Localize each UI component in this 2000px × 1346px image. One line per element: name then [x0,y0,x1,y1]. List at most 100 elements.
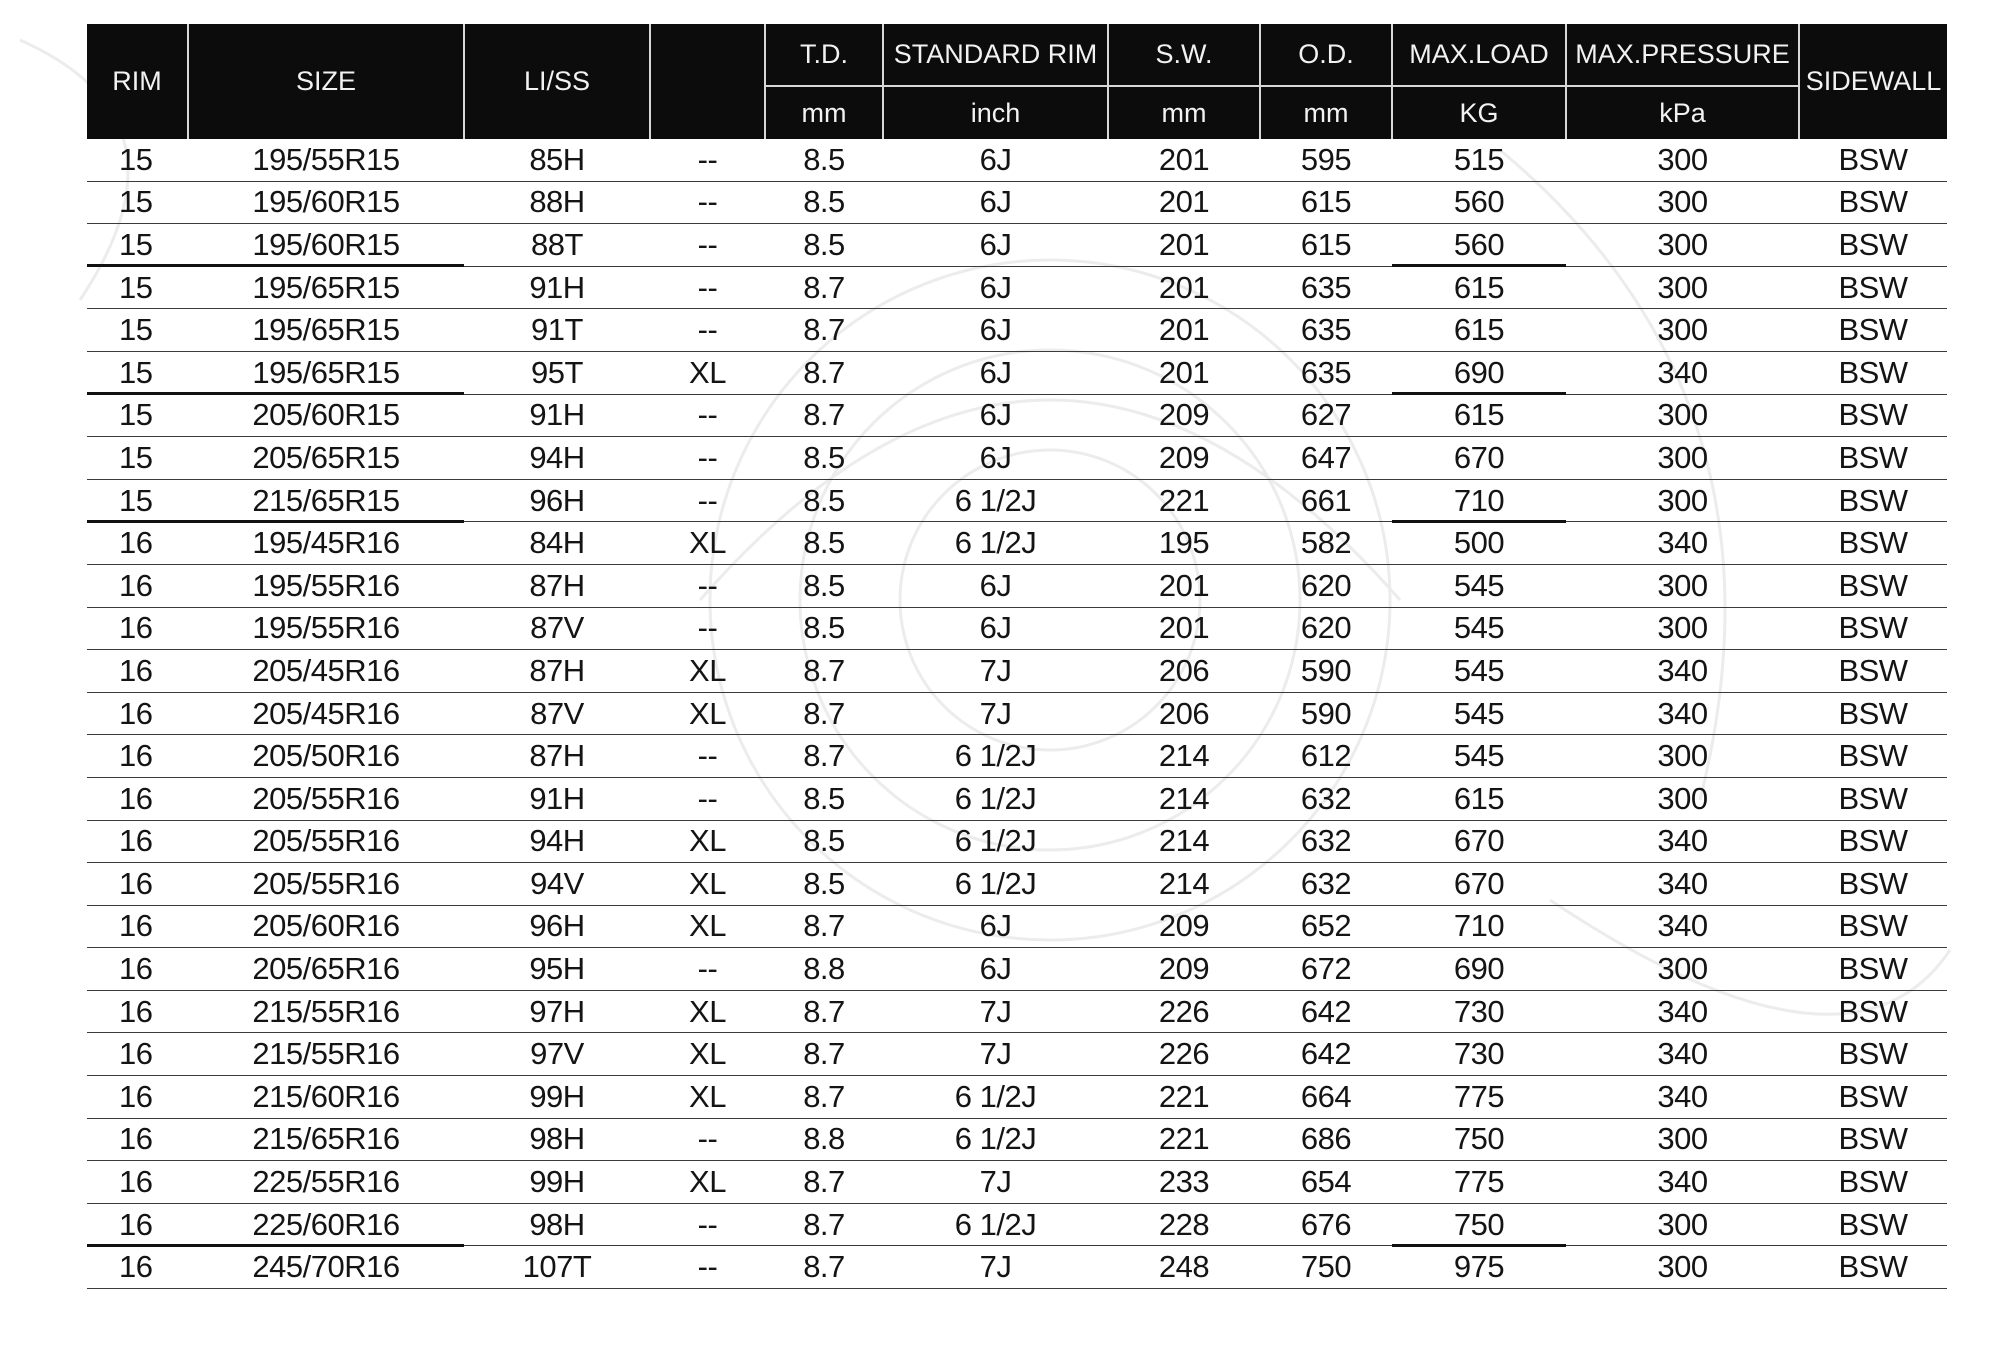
header-sidewall: SIDEWALL [1798,24,1947,139]
cell-max-load: 615 [1392,394,1566,438]
cell-size: 195/60R15 [188,181,464,225]
cell-sw: 201 [1108,223,1260,267]
cell-max-pressure: 300 [1566,223,1799,267]
cell-li-ss: 98H [464,1118,650,1162]
cell-standard-rim: 6J [883,139,1108,182]
table-row: 16 225/60R16 98H -- 8.7 6 1/2J 228 676 750 300 BSW [87,1203,1947,1247]
header-od-unit: mm [1259,86,1392,139]
cell-size: 205/60R16 [188,905,464,949]
cell-xl: XL [650,862,765,906]
cell-max-pressure: 300 [1566,394,1799,438]
cell-max-load: 560 [1392,223,1566,267]
cell-standard-rim: 7J [883,692,1108,736]
cell-sidewall: BSW [1799,479,1947,523]
cell-td: 8.7 [765,1245,883,1290]
table-row: 15 205/65R15 94H -- 8.5 6J 209 647 670 300 BSW [87,436,1947,480]
cell-td: 8.7 [765,1203,883,1247]
cell-li-ss: 87V [464,692,650,736]
cell-xl: XL [650,1075,765,1119]
cell-rim: 15 [87,266,188,310]
cell-rim: 16 [87,777,188,821]
cell-od: 672 [1260,947,1392,991]
cell-size: 195/45R16 [188,521,464,565]
cell-max-load: 750 [1392,1203,1566,1247]
cell-li-ss: 95T [464,351,650,395]
cell-li-ss: 97H [464,990,650,1034]
cell-sidewall: BSW [1799,947,1947,991]
cell-standard-rim: 7J [883,1160,1108,1204]
header-rim: RIM [87,24,188,139]
header-size: SIZE [187,24,464,139]
cell-rim: 16 [87,734,188,778]
cell-max-load: 730 [1392,990,1566,1034]
cell-td: 8.7 [765,692,883,736]
cell-standard-rim: 6 1/2J [883,862,1108,906]
cell-max-load: 710 [1392,905,1566,949]
cell-td: 8.7 [765,990,883,1034]
group-separator-line [1392,1243,1566,1247]
cell-td: 8.5 [765,181,883,225]
cell-size: 215/60R16 [188,1075,464,1119]
cell-standard-rim: 6 1/2J [883,820,1108,864]
cell-od: 661 [1260,479,1392,523]
cell-max-pressure: 340 [1566,862,1799,906]
cell-sidewall: BSW [1799,1118,1947,1162]
cell-od: 652 [1260,905,1392,949]
cell-max-pressure: 300 [1566,947,1799,991]
cell-rim: 16 [87,649,188,693]
cell-rim: 16 [87,1203,188,1247]
cell-max-pressure: 340 [1566,649,1799,693]
cell-max-load: 690 [1392,947,1566,991]
cell-max-pressure: 340 [1566,820,1799,864]
cell-sidewall: BSW [1799,862,1947,906]
cell-rim: 16 [87,947,188,991]
header-sw-unit: mm [1107,86,1260,139]
table-row: 15 205/60R15 91H -- 8.7 6J 209 627 615 300 BSW [87,394,1947,438]
cell-size: 225/55R16 [188,1160,464,1204]
cell-td: 8.5 [765,479,883,523]
cell-td: 8.5 [765,820,883,864]
table-row: 16 245/70R16 107T -- 8.7 7J 248 750 975 300 BSW [87,1245,1947,1290]
cell-standard-rim: 6 1/2J [883,1203,1108,1247]
cell-sidewall: BSW [1799,564,1947,608]
cell-td: 8.7 [765,1160,883,1204]
cell-max-load: 545 [1392,692,1566,736]
cell-li-ss: 96H [464,905,650,949]
cell-li-ss: 87H [464,564,650,608]
cell-sw: 226 [1108,1032,1260,1077]
cell-xl: -- [650,436,765,480]
cell-li-ss: 91H [464,394,650,438]
cell-sw: 201 [1108,607,1260,651]
cell-td: 8.8 [765,1118,883,1162]
cell-li-ss: 94H [464,436,650,480]
cell-max-load: 690 [1392,351,1566,395]
cell-sidewall: BSW [1799,181,1947,225]
cell-xl: -- [650,564,765,608]
cell-size: 205/60R15 [188,394,464,438]
cell-max-pressure: 300 [1566,777,1799,821]
cell-td: 8.5 [765,607,883,651]
cell-max-pressure: 300 [1566,1118,1799,1162]
table-row: 15 195/65R15 91T -- 8.7 6J 201 635 615 300 BSW [87,308,1947,352]
cell-od: 642 [1260,1032,1392,1077]
cell-size: 205/55R16 [188,777,464,821]
cell-xl: -- [650,394,765,438]
cell-rim: 16 [87,862,188,906]
cell-standard-rim: 6J [883,607,1108,651]
cell-max-load: 545 [1392,734,1566,778]
cell-max-pressure: 300 [1566,308,1799,352]
cell-td: 8.5 [765,564,883,608]
cell-sw: 214 [1108,777,1260,821]
cell-standard-rim: 6 1/2J [883,479,1108,523]
cell-od: 664 [1260,1075,1392,1119]
cell-sidewall: BSW [1799,734,1947,778]
cell-max-pressure: 300 [1566,139,1799,182]
cell-standard-rim: 6 1/2J [883,1118,1108,1162]
cell-standard-rim: 6J [883,564,1108,608]
cell-li-ss: 107T [464,1245,650,1290]
cell-xl: -- [650,947,765,991]
cell-sw: 248 [1108,1245,1260,1290]
cell-od: 635 [1260,308,1392,352]
cell-max-pressure: 340 [1566,521,1799,565]
cell-sidewall: BSW [1799,394,1947,438]
